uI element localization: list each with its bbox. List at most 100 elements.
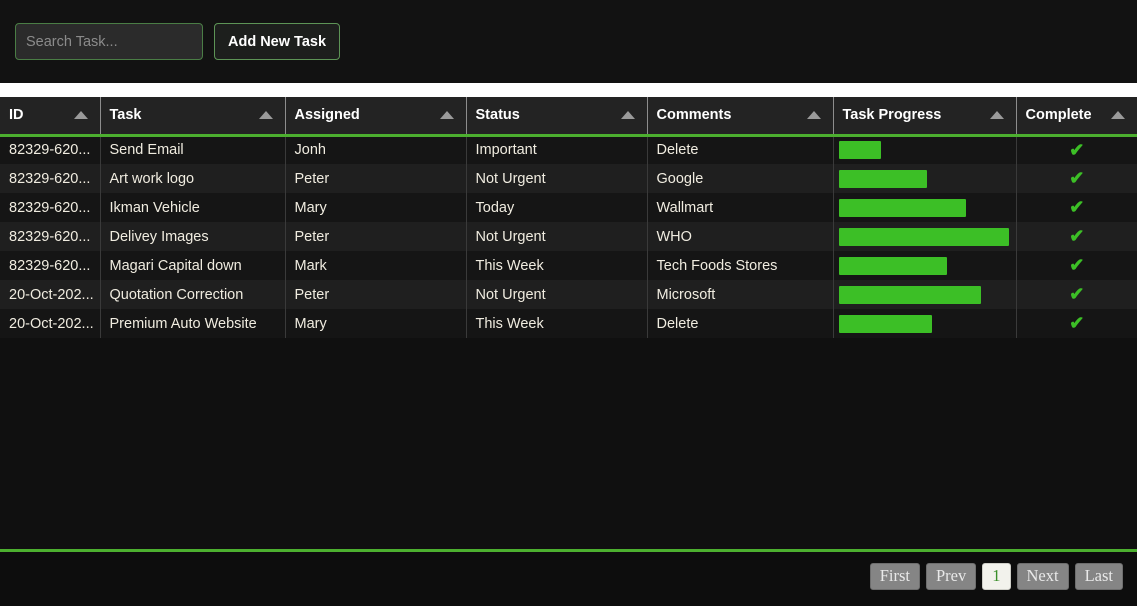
checkmark-icon[interactable]: ✔ bbox=[1069, 198, 1084, 216]
cell-comments: Microsoft bbox=[647, 280, 834, 309]
progress-bar-track bbox=[838, 227, 1009, 246]
toolbar: Add New Task bbox=[0, 0, 1137, 83]
progress-bar-fill bbox=[838, 198, 966, 217]
cell-complete[interactable]: ✔ bbox=[1016, 135, 1137, 164]
column-header-label: Status bbox=[475, 107, 520, 124]
cell-task: Art work logo bbox=[100, 164, 286, 193]
progress-bar-track bbox=[838, 256, 1009, 275]
cell-assigned: Jonh bbox=[285, 135, 467, 164]
column-header-status[interactable]: Status bbox=[466, 97, 648, 137]
column-header-id[interactable]: ID bbox=[0, 97, 101, 137]
column-header-label: Comments bbox=[656, 107, 732, 124]
cell-complete[interactable]: ✔ bbox=[1016, 222, 1137, 251]
table-row[interactable]: 82329-620... Delivey Images Peter Not Urgen… bbox=[0, 222, 1137, 251]
cell-assigned: Peter bbox=[285, 280, 467, 309]
table-row[interactable]: 82329-620... Send Email Jonh Important Delet… bbox=[0, 135, 1137, 164]
cell-id: 82329-620... bbox=[0, 135, 101, 164]
task-table-header: ID Task Assigned Status Comments Task Pr… bbox=[0, 97, 1137, 137]
checkmark-icon[interactable]: ✔ bbox=[1069, 314, 1084, 332]
pagination-button-prev[interactable]: Prev bbox=[926, 562, 977, 591]
table-row[interactable]: 82329-620... Magari Capital down Mark This … bbox=[0, 251, 1137, 280]
cell-status: Not Urgent bbox=[466, 222, 648, 251]
column-header-assigned[interactable]: Assigned bbox=[285, 97, 467, 137]
checkmark-icon[interactable]: ✔ bbox=[1069, 169, 1084, 187]
progress-bar-track bbox=[838, 169, 1009, 188]
table-row[interactable]: 20-Oct-202... Premium Auto Website Mary Thi… bbox=[0, 309, 1137, 338]
cell-comments: Tech Foods Stores bbox=[647, 251, 834, 280]
cell-status: Not Urgent bbox=[466, 280, 648, 309]
pagination-button-first[interactable]: First bbox=[869, 562, 920, 591]
cell-complete[interactable]: ✔ bbox=[1016, 251, 1137, 280]
pagination-button-1[interactable]: 1 bbox=[982, 562, 1011, 591]
header-row: ID Task Assigned Status Comments Task Pr… bbox=[0, 97, 1137, 137]
pagination-button-next[interactable]: Next bbox=[1016, 562, 1069, 591]
table-row[interactable]: 82329-620... Ikman Vehicle Mary Today Wallma… bbox=[0, 193, 1137, 222]
add-new-task-button[interactable]: Add New Task bbox=[214, 23, 341, 60]
table-row[interactable]: 20-Oct-202... Quotation Correction Peter No… bbox=[0, 280, 1137, 309]
cell-comments: Wallmart bbox=[647, 193, 834, 222]
cell-task-progress bbox=[833, 193, 1017, 222]
pagination-button-group: First Prev 1 Next Last bbox=[869, 562, 1123, 591]
cell-comments: WHO bbox=[647, 222, 834, 251]
column-header-comments[interactable]: Comments bbox=[647, 97, 834, 137]
cell-status: This Week bbox=[466, 251, 648, 280]
cell-task-progress bbox=[833, 222, 1017, 251]
cell-comments: Delete bbox=[647, 309, 834, 338]
cell-assigned: Peter bbox=[285, 164, 467, 193]
cell-complete[interactable]: ✔ bbox=[1016, 309, 1137, 338]
sort-ascending-icon[interactable] bbox=[73, 111, 88, 120]
toolbar-table-separator bbox=[0, 83, 1137, 97]
progress-bar-fill bbox=[838, 285, 982, 304]
checkmark-icon[interactable]: ✔ bbox=[1069, 285, 1084, 303]
checkmark-icon[interactable]: ✔ bbox=[1069, 256, 1084, 274]
column-header-complete[interactable]: Complete bbox=[1016, 97, 1137, 137]
cell-complete[interactable]: ✔ bbox=[1016, 164, 1137, 193]
pagination-bar: First Prev 1 Next Last bbox=[0, 552, 1137, 601]
column-header-task[interactable]: Task bbox=[100, 97, 286, 137]
progress-bar-track bbox=[838, 141, 1009, 160]
cell-assigned: Mark bbox=[285, 251, 467, 280]
cell-task-progress bbox=[833, 309, 1017, 338]
sort-ascending-icon[interactable] bbox=[620, 111, 635, 120]
cell-task-progress bbox=[833, 135, 1017, 164]
sort-ascending-icon[interactable] bbox=[806, 111, 821, 120]
sort-ascending-icon[interactable] bbox=[439, 111, 454, 120]
cell-task-progress bbox=[833, 251, 1017, 280]
cell-id: 82329-620... bbox=[0, 193, 101, 222]
column-header-label: Complete bbox=[1025, 107, 1092, 124]
column-header-label: ID bbox=[9, 107, 24, 124]
cell-task: Premium Auto Website bbox=[100, 309, 286, 338]
progress-bar-track bbox=[838, 198, 1009, 217]
progress-bar-fill bbox=[838, 314, 932, 333]
progress-bar-fill bbox=[838, 141, 881, 160]
cell-id: 82329-620... bbox=[0, 222, 101, 251]
cell-id: 20-Oct-202... bbox=[0, 309, 101, 338]
cell-assigned: Peter bbox=[285, 222, 467, 251]
cell-task-progress bbox=[833, 164, 1017, 193]
search-input[interactable] bbox=[15, 23, 203, 60]
cell-complete[interactable]: ✔ bbox=[1016, 280, 1137, 309]
pagination-button-last[interactable]: Last bbox=[1074, 562, 1123, 591]
cell-id: 82329-620... bbox=[0, 251, 101, 280]
cell-task: Send Email bbox=[100, 135, 286, 164]
progress-bar-fill bbox=[838, 256, 948, 275]
progress-bar-track bbox=[838, 285, 1009, 304]
column-header-task-progress[interactable]: Task Progress bbox=[833, 97, 1017, 137]
cell-task-progress bbox=[833, 280, 1017, 309]
checkmark-icon[interactable]: ✔ bbox=[1069, 227, 1084, 245]
progress-bar-track bbox=[838, 314, 1009, 333]
task-table-body: 82329-620... Send Email Jonh Important Delet… bbox=[0, 135, 1137, 338]
progress-bar-fill bbox=[838, 169, 927, 188]
sort-ascending-icon[interactable] bbox=[258, 111, 273, 120]
cell-comments: Delete bbox=[647, 135, 834, 164]
column-header-label: Task bbox=[109, 107, 142, 124]
cell-status: Important bbox=[466, 135, 648, 164]
sort-ascending-icon[interactable] bbox=[989, 111, 1004, 120]
cell-status: Today bbox=[466, 193, 648, 222]
cell-complete[interactable]: ✔ bbox=[1016, 193, 1137, 222]
checkmark-icon[interactable]: ✔ bbox=[1069, 141, 1084, 159]
table-row[interactable]: 82329-620... Art work logo Peter Not Urgent… bbox=[0, 164, 1137, 193]
sort-ascending-icon[interactable] bbox=[1111, 111, 1125, 120]
cell-id: 20-Oct-202... bbox=[0, 280, 101, 309]
cell-comments: Google bbox=[647, 164, 834, 193]
